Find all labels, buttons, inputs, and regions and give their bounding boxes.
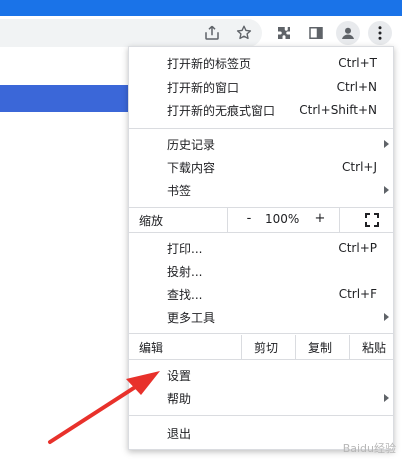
cut-button[interactable]: 剪切 (254, 339, 278, 356)
menu-item-label: 帮助 (167, 391, 192, 406)
menu-item-new-window[interactable]: 打开新的窗口 Ctrl+N (129, 76, 393, 98)
menu-item-label: 打印... (167, 241, 203, 256)
menu-item-settings[interactable]: 设置 (129, 364, 393, 386)
menu-item-label: 打开新的无痕式窗口 (167, 103, 276, 118)
menu-item-label: 查找... (167, 287, 203, 302)
menu-item-label: 打开新的标签页 (167, 56, 252, 71)
menu-separator (129, 333, 393, 334)
sidebar-icon[interactable] (304, 21, 328, 45)
menu-item-shortcut: Ctrl+T (338, 56, 377, 70)
menu-separator (129, 128, 393, 129)
star-icon[interactable] (232, 21, 256, 45)
menu-item-find[interactable]: 查找... Ctrl+F (129, 283, 393, 305)
chrome-main-menu: 打开新的标签页 Ctrl+T 打开新的窗口 Ctrl+N 打开新的无痕式窗口 C… (128, 46, 394, 450)
menu-separator (129, 415, 393, 416)
menu-item-label: 投射... (167, 264, 203, 279)
extensions-icon[interactable] (272, 21, 296, 45)
profile-icon[interactable] (336, 21, 360, 45)
watermark-logo: Baidu经验 (342, 442, 396, 455)
menu-item-bookmarks[interactable]: 书签 (129, 179, 393, 201)
menu-item-label: 下载内容 (167, 160, 216, 175)
edit-row: 编辑 剪切 复制 粘贴 (129, 335, 393, 359)
edit-divider (241, 335, 242, 359)
menu-item-more-tools[interactable]: 更多工具 (129, 306, 393, 328)
menu-item-shortcut: Ctrl+N (336, 80, 377, 94)
menu-separator (129, 359, 393, 360)
edit-label: 编辑 (139, 341, 164, 355)
share-icon[interactable] (200, 21, 224, 45)
menu-item-shortcut: Ctrl+J (342, 160, 377, 174)
menu-separator (129, 232, 393, 233)
menu-item-label: 历史记录 (167, 137, 216, 152)
page-content-banner (0, 85, 130, 112)
menu-item-label: 书签 (167, 183, 192, 198)
menu-item-print[interactable]: 打印... Ctrl+P (129, 237, 393, 259)
paste-button[interactable]: 粘贴 (362, 339, 386, 356)
menu-item-cast[interactable]: 投射... (129, 260, 393, 282)
menu-item-history[interactable]: 历史记录 (129, 133, 393, 155)
menu-item-new-tab[interactable]: 打开新的标签页 Ctrl+T (129, 52, 393, 74)
zoom-divider (339, 208, 340, 232)
menu-item-shortcut: Ctrl+Shift+N (299, 103, 377, 117)
menu-item-shortcut: Ctrl+F (338, 287, 377, 301)
browser-top-strip (0, 0, 402, 16)
zoom-label: 缩放 (139, 214, 164, 228)
menu-item-help[interactable]: 帮助 (129, 387, 393, 409)
zoom-row: 缩放 - 100% + (129, 208, 393, 232)
submenu-arrow-icon (384, 394, 389, 402)
zoom-divider (227, 208, 228, 232)
zoom-level: 100% (265, 212, 300, 226)
menu-item-label: 退出 (167, 426, 192, 441)
menu-item-label: 更多工具 (167, 310, 216, 325)
menu-item-downloads[interactable]: 下载内容 Ctrl+J (129, 156, 393, 178)
menu-item-new-incognito-window[interactable]: 打开新的无痕式窗口 Ctrl+Shift+N (129, 99, 393, 121)
fullscreen-icon[interactable] (365, 213, 379, 227)
menu-item-shortcut: Ctrl+P (338, 241, 377, 255)
edit-divider (349, 335, 350, 359)
kebab-menu-icon[interactable] (368, 21, 392, 45)
menu-item-label: 打开新的窗口 (167, 80, 240, 95)
edit-divider (295, 335, 296, 359)
menu-item-label: 设置 (167, 368, 192, 383)
submenu-arrow-icon (384, 313, 389, 321)
zoom-in-button[interactable]: + (312, 211, 328, 226)
submenu-arrow-icon (384, 186, 389, 194)
submenu-arrow-icon (384, 140, 389, 148)
zoom-out-button[interactable]: - (241, 211, 257, 226)
copy-button[interactable]: 复制 (308, 339, 332, 356)
